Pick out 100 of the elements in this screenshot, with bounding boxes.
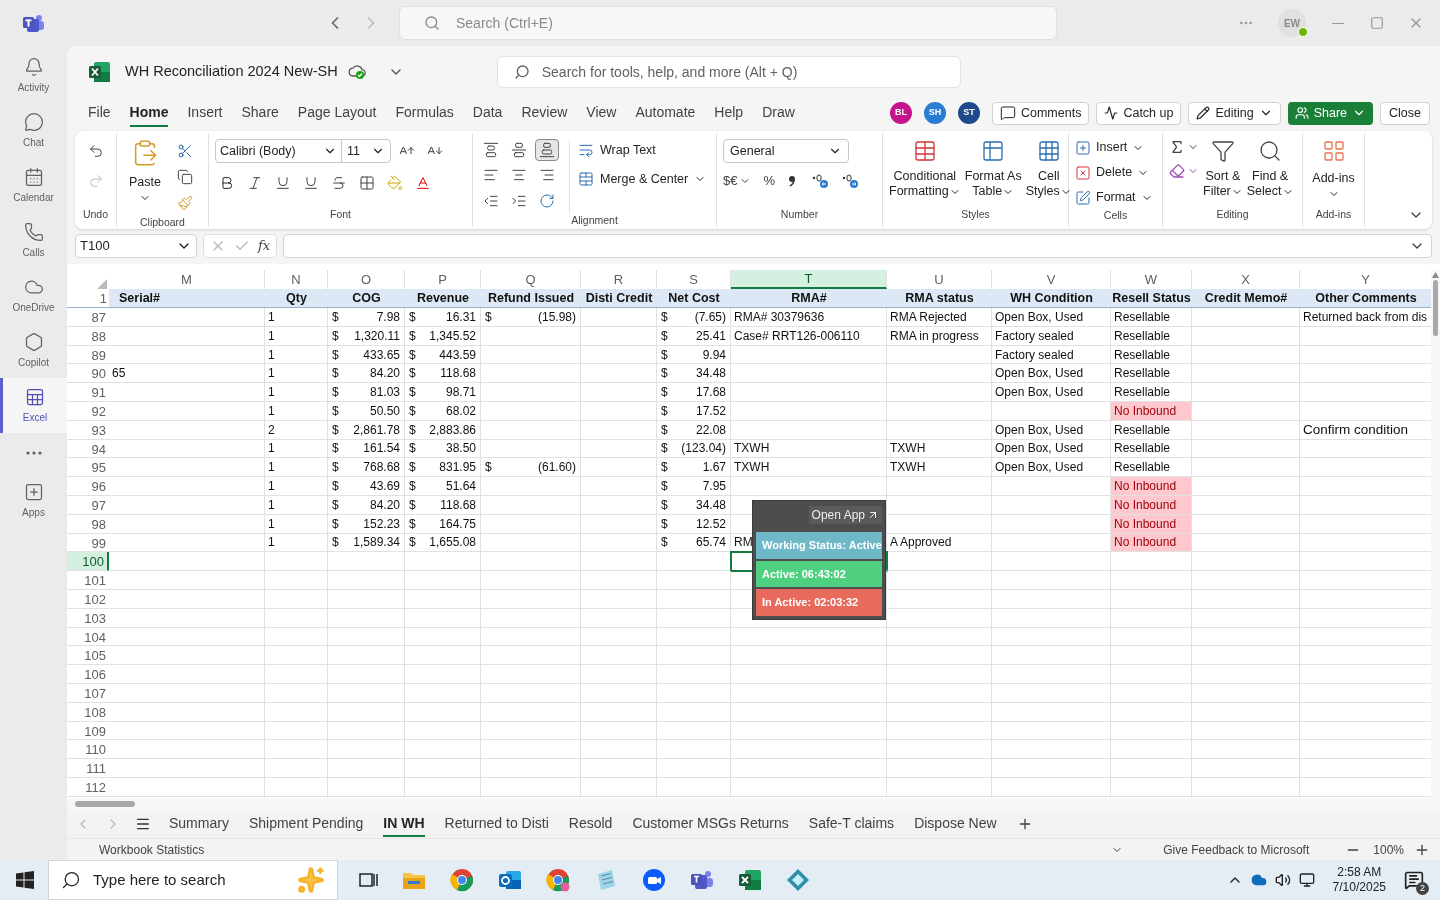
close-workbook-button[interactable]: Close <box>1380 101 1430 125</box>
row-number[interactable]: 106 <box>67 665 109 684</box>
menu-tab[interactable]: Formulas <box>395 99 454 127</box>
number-format-select[interactable]: General <box>723 139 849 163</box>
collaborator-avatar[interactable]: BL <box>889 102 912 124</box>
table-cell: Resellable <box>1111 383 1192 402</box>
rail-item[interactable]: Activity <box>0 48 67 103</box>
row-number[interactable]: 98 <box>67 514 109 534</box>
table-cell: $ 118.68 <box>405 495 481 515</box>
wrap-text-button[interactable]: Wrap Text <box>578 141 707 160</box>
row-number[interactable]: 109 <box>67 721 109 741</box>
row-number[interactable]: 100 <box>67 552 109 572</box>
row-number[interactable]: 108 <box>67 702 109 722</box>
menu-tab[interactable]: Page Layout <box>297 99 377 127</box>
clock-time[interactable]: 2:58 AM <box>1337 865 1382 880</box>
menu-tab[interactable]: Home <box>129 99 169 127</box>
rail-item[interactable]: Chat <box>0 103 67 158</box>
menu-tab[interactable]: Data <box>472 99 503 127</box>
group-label: Cells <box>1103 208 1128 223</box>
row-number[interactable]: 95 <box>67 458 109 478</box>
sheet-tab[interactable]: Safe-T claims <box>808 811 895 837</box>
format-as-table-button[interactable]: Format As Table <box>964 139 1022 199</box>
sheet-tab[interactable]: Summary <box>169 811 229 837</box>
row-number[interactable]: 88 <box>67 326 109 346</box>
row-number[interactable]: 105 <box>67 646 109 666</box>
row-number[interactable]: 89 <box>67 345 109 365</box>
menu-tab[interactable]: Help <box>714 99 744 127</box>
sheet-tab[interactable]: Customer MSGs Returns <box>632 811 789 837</box>
row-number[interactable]: 92 <box>67 402 109 421</box>
row-number[interactable]: 90 <box>67 364 109 384</box>
collaborator-avatar[interactable]: ST <box>957 102 980 124</box>
rail-item[interactable]: Copilot <box>0 323 67 378</box>
row-number[interactable]: 94 <box>67 439 109 459</box>
menu-tab[interactable]: View <box>586 99 617 127</box>
rail-item[interactable]: Calls <box>0 213 67 268</box>
sort-filter-button[interactable]: Sort & Filter <box>1203 139 1243 199</box>
sheet-tab[interactable]: Resold <box>568 811 613 837</box>
row-number[interactable]: 107 <box>67 683 109 703</box>
sheet-tab[interactable]: Shipment Pending <box>248 811 364 837</box>
search-placeholder: Search (Ctrl+E) <box>456 13 553 33</box>
table-cell: $ 1,589.34 <box>328 533 405 553</box>
row-number[interactable]: 87 <box>67 308 109 327</box>
row-number[interactable]: 93 <box>67 420 109 440</box>
group-label: Undo <box>82 207 109 223</box>
row-number[interactable]: 102 <box>67 589 109 609</box>
rail-item[interactable]: OneDrive <box>0 268 67 323</box>
clock-date[interactable]: 7/10/2025 <box>1332 880 1386 895</box>
column-title: Other Comments <box>1314 289 1418 307</box>
menu-tab[interactable]: Share <box>241 99 279 127</box>
workbook-statistics-button[interactable]: Workbook Statistics <box>99 840 205 859</box>
cells-command-button[interactable]: Format <box>1075 187 1153 208</box>
column-header[interactable]: T <box>731 270 887 289</box>
table-cell: TXWH <box>731 439 887 459</box>
row-number[interactable]: 110 <box>67 740 109 760</box>
workbook-title[interactable]: WH Reconciliation 2024 New-SH <box>125 61 338 83</box>
percent-format-button[interactable]: % <box>757 171 782 191</box>
name-box[interactable]: T100 <box>75 234 197 258</box>
currency-format-button[interactable]: $€ <box>723 171 752 191</box>
share-button[interactable]: Share <box>1287 101 1374 125</box>
cell-styles-button[interactable]: Cell Styles <box>1025 139 1072 199</box>
group-label: Alignment <box>571 213 618 228</box>
row-number[interactable]: 104 <box>67 627 109 647</box>
menu-tab[interactable]: Review <box>521 99 568 127</box>
taskbar-search-field[interactable]: Type here to search <box>48 860 338 900</box>
table-cell: $ (123.04) <box>657 439 731 459</box>
rail-item[interactable]: Apps <box>0 473 67 528</box>
paste-button[interactable]: Paste <box>123 139 167 215</box>
cells-command-button[interactable]: Delete <box>1075 162 1153 183</box>
table-cell: Resellable <box>1111 345 1192 365</box>
sheet-tab[interactable]: Dispose New <box>914 811 997 837</box>
row-number[interactable]: 111 <box>67 759 109 778</box>
merge-center-button[interactable]: Merge & Center <box>578 169 707 189</box>
rail-item[interactable]: Excel <box>0 378 67 433</box>
sheet-tab[interactable]: Returned to Disti <box>444 811 549 837</box>
menu-tab[interactable]: Draw <box>762 99 795 127</box>
insert-function-button[interactable]: fx <box>258 236 271 256</box>
row-number[interactable]: 112 <box>67 777 109 797</box>
find-select-button[interactable]: Find & Select <box>1246 139 1294 199</box>
feedback-link[interactable]: Give Feedback to Microsoft <box>1163 840 1310 859</box>
collaborator-avatar[interactable]: SH <box>923 102 946 124</box>
row-number[interactable]: 101 <box>67 571 109 590</box>
open-app-link[interactable]: Open App <box>808 506 882 524</box>
comments-button[interactable]: Comments <box>991 101 1090 125</box>
row-number[interactable]: 96 <box>67 477 109 496</box>
rail-item[interactable]: Calendar <box>0 158 67 213</box>
row-number[interactable]: 103 <box>67 608 109 628</box>
catch-up-button[interactable]: Catch up <box>1096 101 1182 125</box>
cells-command-button[interactable]: Insert <box>1075 137 1153 158</box>
menu-tab[interactable]: File <box>88 99 111 127</box>
add-ins-button[interactable]: Add-ins <box>1309 139 1358 200</box>
row-number[interactable]: 91 <box>67 383 109 402</box>
menu-tab[interactable]: Automate <box>635 99 696 127</box>
row-number[interactable]: 1 <box>67 289 109 307</box>
editing-button[interactable]: Editing <box>1188 101 1281 125</box>
table-cell: Open Box, Used <box>992 308 1111 327</box>
tools-search-field[interactable]: Search for tools, help, and more (Alt + Q) <box>496 56 961 88</box>
table-cell: $ 43.69 <box>328 477 405 496</box>
conditional-formatting-button[interactable]: Conditional Formatting <box>889 139 961 199</box>
menu-tab[interactable]: Insert <box>187 99 223 127</box>
row-number[interactable]: 97 <box>67 495 109 515</box>
